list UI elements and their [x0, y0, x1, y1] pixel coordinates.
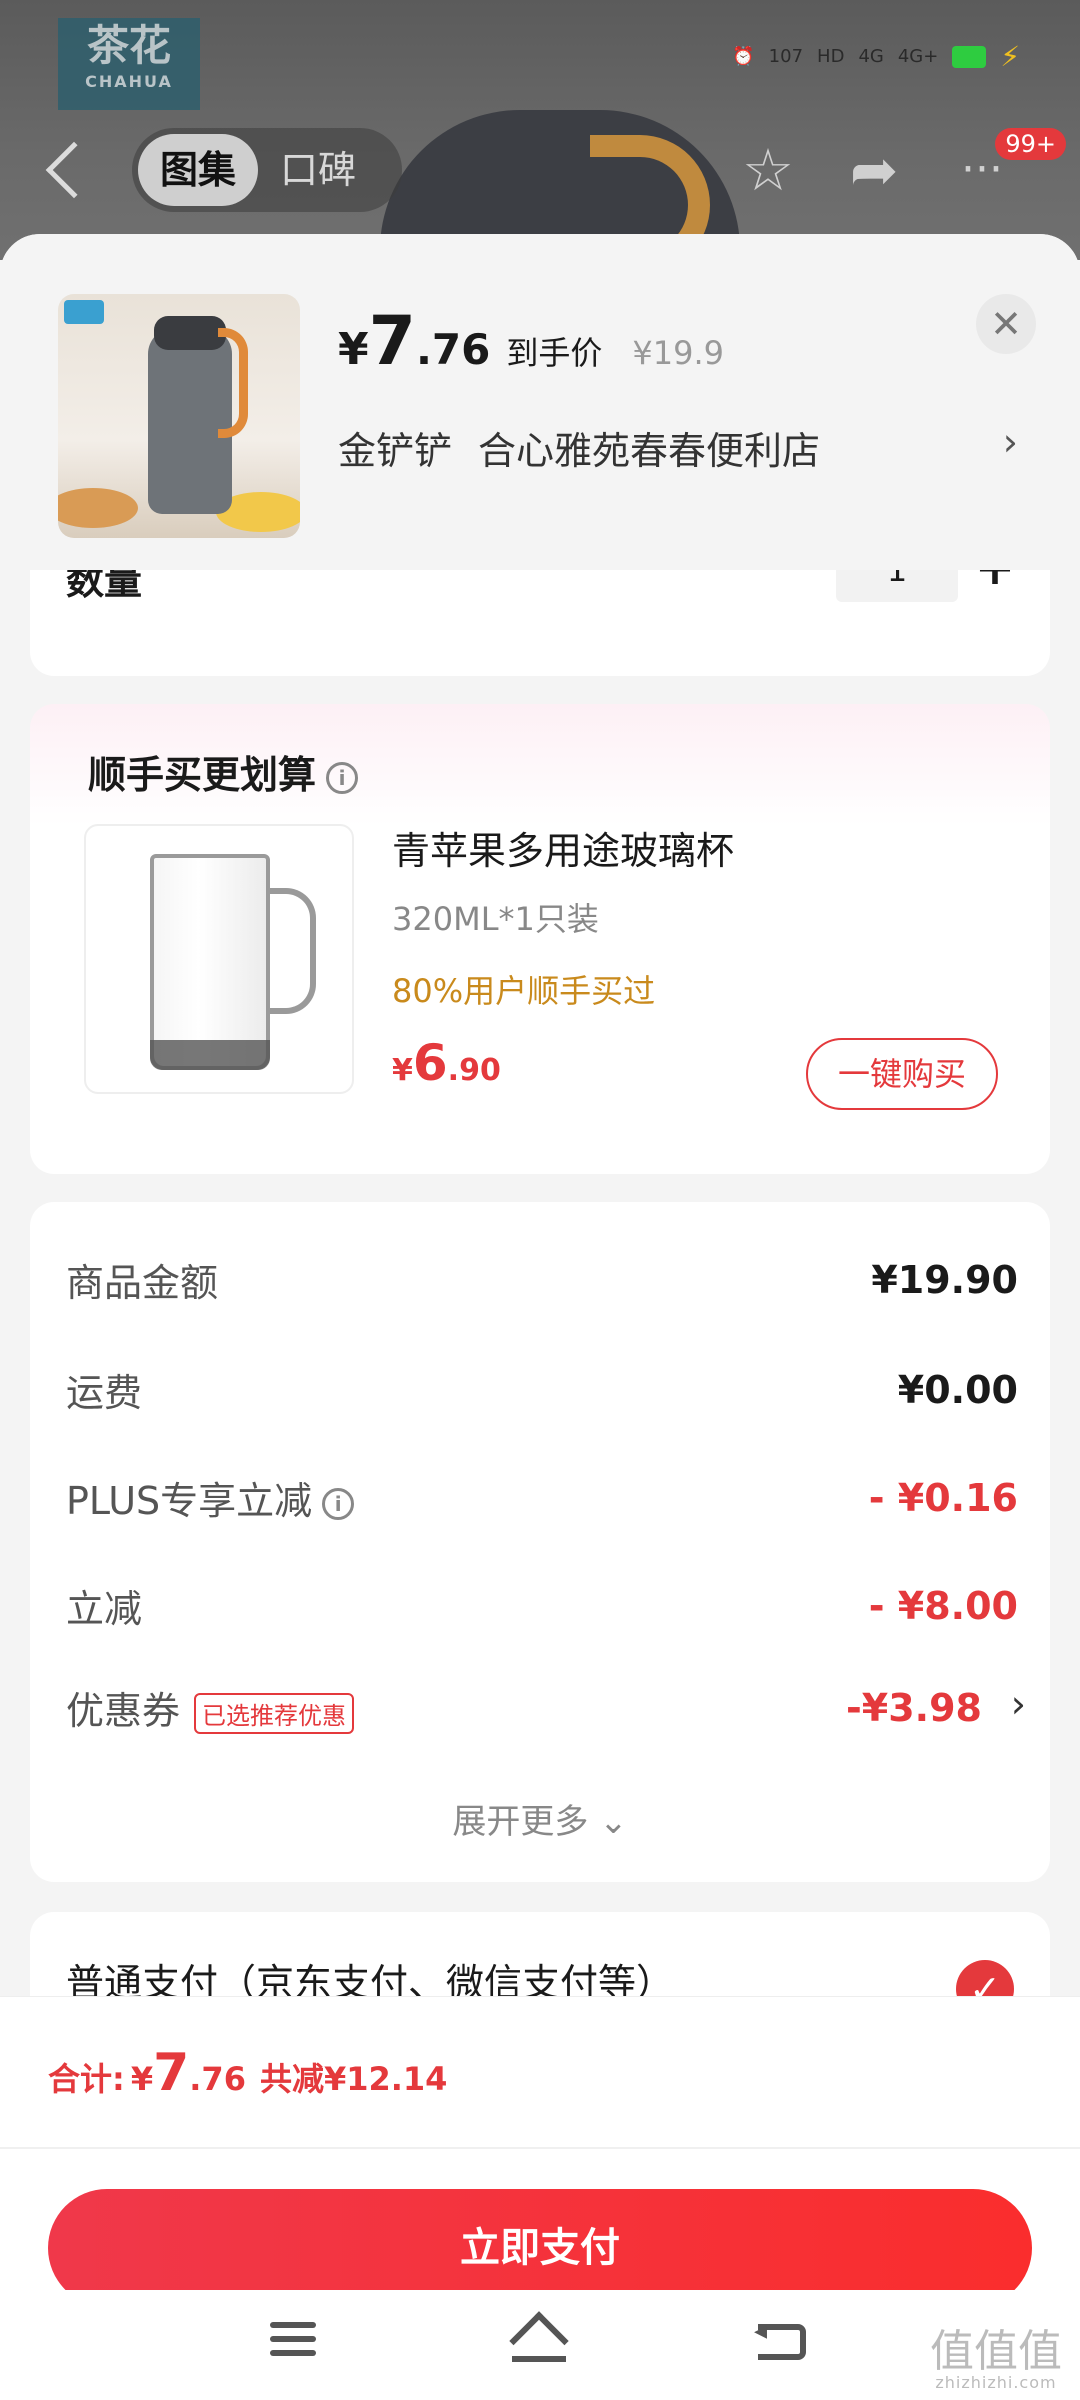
- total-summary: 合计: ¥ 7 .76 共减¥12.14: [48, 2043, 448, 2103]
- glass-cup-image[interactable]: [84, 824, 354, 1094]
- network-speed: 107: [768, 46, 804, 67]
- upsell-item-name[interactable]: 青苹果多用途玻璃杯: [392, 820, 734, 875]
- variant-name: 金铲铲: [338, 429, 453, 473]
- menu-icon[interactable]: [270, 2314, 330, 2374]
- media-tab-switch: 图集 口碑: [132, 128, 402, 212]
- back-arrow-icon[interactable]: [45, 141, 103, 199]
- upsell-title: 顺手买更划算 i: [88, 744, 359, 799]
- coupon-tag: 已选推荐优惠: [194, 1693, 355, 1734]
- shop-name: 合心雅苑春春便利店: [478, 429, 821, 473]
- close-icon[interactable]: ✕: [976, 294, 1036, 354]
- upsell-item-spec: 320ML*1只装: [392, 900, 599, 938]
- tab-reviews[interactable]: 口碑: [258, 134, 378, 206]
- status-bar: ⏰ 107 HD 4G 4G+ ⚡: [732, 40, 1020, 73]
- watermark: 值值值 zhizhizhi.com: [930, 2326, 1062, 2392]
- product-thumbnail: [58, 294, 300, 538]
- upsell-card: 顺手买更划算 i 青苹果多用途玻璃杯 320ML*1只装 80%用户顺手买过 ¥ …: [30, 704, 1050, 1174]
- share-icon[interactable]: ➦: [842, 138, 906, 202]
- upsell-popularity: 80%用户顺手买过: [392, 972, 656, 1010]
- brand-logo: 茶花 CHAHUA: [58, 18, 200, 110]
- favorite-star-icon[interactable]: ☆: [736, 138, 800, 202]
- background-page: 茶花 CHAHUA ⏰ 107 HD 4G 4G+ ⚡ 图集 口碑 ☆ ➦ ··…: [0, 0, 1080, 260]
- product-header: ¥ 7 .76 到手价 ¥19.9 ✕ 金铲铲 合心雅苑春春便利店 ›: [0, 234, 1080, 570]
- total-saving: 共减¥12.14: [259, 2060, 448, 2098]
- signal-4g-icon: 4G: [858, 46, 884, 67]
- fee-breakdown-card: 商品金额 ¥19.90 运费 ¥0.00 PLUS专享立减 i - ¥0.16 立…: [30, 1202, 1050, 1882]
- chevron-right-icon: ›: [1002, 420, 1018, 464]
- chevron-down-icon: ⌄: [599, 1802, 628, 1842]
- chevron-right-icon: ›: [1010, 1682, 1026, 1726]
- alarm-icon: ⏰: [732, 46, 755, 67]
- info-icon[interactable]: i: [322, 1487, 355, 1520]
- signal-4g-plus-icon: 4G+: [897, 46, 939, 67]
- back-icon[interactable]: ◂: [752, 2314, 812, 2374]
- final-price-tag: 到手价: [506, 334, 603, 372]
- upsell-price: ¥ 6 .90: [392, 1034, 501, 1092]
- fee-row-shipping: 运费 ¥0.00: [66, 1368, 1018, 1415]
- top-nav: 图集 口碑 ☆ ➦ ··· 99+: [0, 128, 1080, 224]
- fee-row-plus-discount: PLUS专享立减 i - ¥0.16: [66, 1476, 1018, 1523]
- battery-icon: [952, 45, 987, 68]
- divider: [0, 2147, 1080, 2149]
- fee-row-goods: 商品金额 ¥19.90: [66, 1258, 1018, 1305]
- shop-selector[interactable]: 金铲铲 合心雅苑春春便利店 ›: [338, 420, 1018, 475]
- product-price: ¥ 7 .76 到手价 ¥19.9: [338, 302, 724, 381]
- charging-icon: ⚡: [1000, 40, 1020, 73]
- home-icon[interactable]: [508, 2311, 569, 2374]
- original-price: ¥19.9: [632, 334, 724, 372]
- one-click-buy-button[interactable]: 一键购买: [806, 1038, 998, 1110]
- hd-icon: HD: [817, 46, 845, 67]
- notification-badge: 99+: [995, 128, 1066, 160]
- info-icon[interactable]: i: [326, 761, 359, 794]
- checkout-sheet: ¥ 7 .76 到手价 ¥19.9 ✕ 金铲铲 合心雅苑春春便利店 › 数量 −…: [0, 234, 1080, 2400]
- fee-row-coupon[interactable]: 优惠券 已选推荐优惠 -¥3.98 ›: [66, 1680, 1026, 1740]
- expand-more-button[interactable]: 展开更多 ⌄: [30, 1794, 1050, 1843]
- fee-row-instant-discount: 立减 - ¥8.00: [66, 1584, 1018, 1631]
- system-navigation-bar: ◂: [0, 2290, 1080, 2400]
- tab-gallery[interactable]: 图集: [138, 134, 259, 206]
